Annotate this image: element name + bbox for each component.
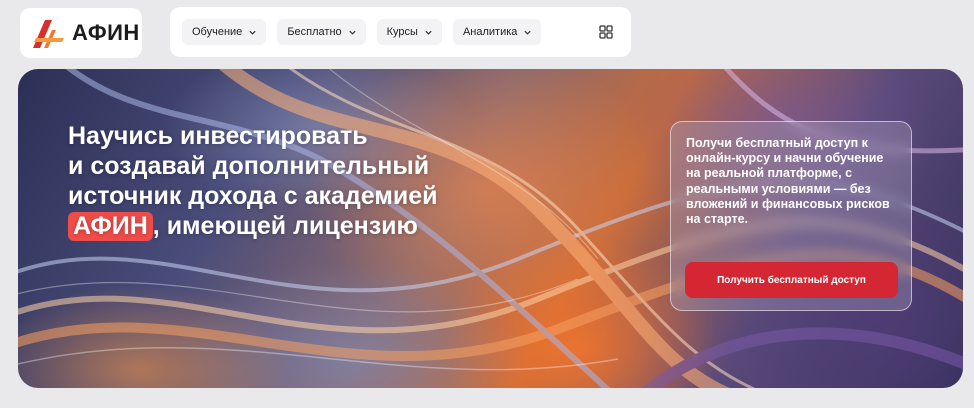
nav-item-label: Курсы — [386, 26, 418, 38]
grid-icon — [599, 25, 613, 39]
headline-line: и создавай дополнительный — [68, 152, 430, 180]
chevron-down-icon — [425, 30, 432, 35]
page: АФИН Обучение Бесплатно Курсы Аналитика — [0, 0, 974, 408]
headline-line: АФИН, имеющей лицензию — [68, 211, 538, 241]
nav-item-courses[interactable]: Курсы — [376, 19, 442, 45]
chevron-down-icon — [524, 30, 532, 35]
menu-grid-button[interactable] — [593, 19, 619, 45]
top-navigation: Обучение Бесплатно Курсы Аналитика — [170, 7, 631, 57]
hero-banner: Научись инвестировать и создавай дополни… — [18, 69, 963, 388]
logo-link[interactable]: АФИН — [20, 8, 142, 58]
hero-headline: Научись инвестировать и создавай дополни… — [68, 121, 538, 241]
nav-item-education[interactable]: Обучение — [182, 19, 267, 45]
headline-line: Научись инвестировать — [68, 122, 368, 150]
nav-item-label: Аналитика — [462, 26, 518, 38]
free-access-card: Получи бесплатный доступ к онлайн-курсу … — [670, 121, 912, 311]
nav-item-free[interactable]: Бесплатно — [277, 19, 366, 45]
brand-highlight: АФИН — [68, 212, 153, 241]
chevron-down-icon — [249, 30, 256, 35]
logo-mark-icon — [33, 20, 64, 48]
get-free-access-button[interactable]: Получить бесплатный доступ — [685, 262, 898, 298]
headline-line-rest: , имеющей лицензию — [152, 212, 418, 240]
chevron-down-icon — [349, 30, 356, 35]
nav-item-label: Обучение — [192, 26, 243, 38]
logo-text: АФИН — [72, 20, 140, 45]
offer-description: Получи бесплатный доступ к онлайн-курсу … — [686, 136, 890, 227]
nav-item-analytics[interactable]: Аналитика — [452, 19, 542, 45]
headline-line: источник дохода с академией — [68, 182, 438, 210]
nav-item-label: Бесплатно — [287, 26, 342, 38]
